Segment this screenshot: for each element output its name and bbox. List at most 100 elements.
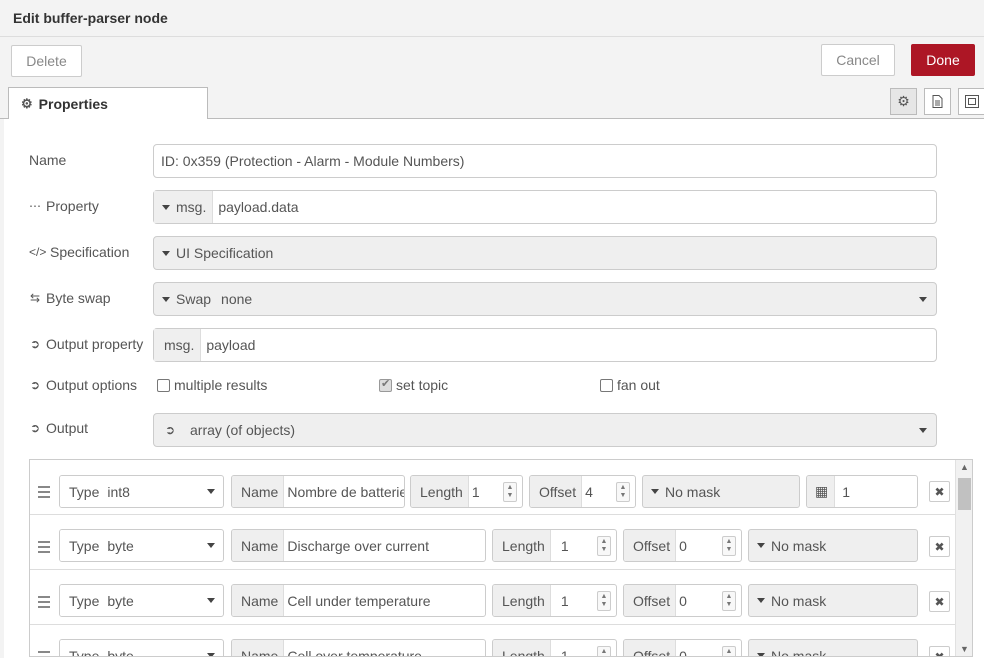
output-select[interactable]: ➲ array (of objects): [153, 413, 937, 447]
multiple-results-option[interactable]: multiple results: [157, 377, 267, 393]
remove-button[interactable]: ✖: [929, 591, 950, 612]
multiple-results-checkbox[interactable]: [157, 378, 170, 392]
set-topic-label: set topic: [396, 377, 449, 393]
type-value: byte: [107, 537, 134, 554]
specification-label-text: Specification: [50, 244, 130, 260]
byte-swap-select[interactable]: Swap none: [153, 282, 937, 316]
remove-button[interactable]: ✖: [929, 536, 950, 557]
spinner-icon[interactable]: ▲▼: [722, 645, 736, 656]
close-icon: ✖: [934, 649, 945, 657]
name-label: Name: [232, 585, 285, 616]
property-type-select[interactable]: msg.: [154, 191, 214, 223]
caret-down-icon: [162, 250, 170, 256]
spinner-icon[interactable]: ▲▼: [503, 481, 517, 502]
length-input[interactable]: Length 1 ▲▼: [492, 529, 617, 562]
set-topic-checkbox[interactable]: [379, 377, 392, 392]
output-label-text: Output: [46, 420, 89, 436]
mask-value: No mask: [665, 483, 721, 500]
type-select[interactable]: Type byte: [59, 584, 224, 617]
scale-input[interactable]: ▦ 1: [806, 475, 918, 508]
property-label-text: Property: [46, 198, 99, 214]
offset-input[interactable]: Offset 0 ▲▼: [623, 639, 742, 656]
mask-select[interactable]: No mask: [642, 475, 800, 508]
scroll-down-icon[interactable]: ▼: [960, 644, 969, 654]
specification-select[interactable]: UI Specification: [153, 236, 937, 270]
spinner-icon[interactable]: ▲▼: [597, 535, 611, 556]
offset-input[interactable]: Offset 0 ▲▼: [623, 529, 742, 562]
offset-label: Offset: [624, 585, 677, 616]
tab-description[interactable]: [924, 88, 951, 115]
output-options-label-text: Output options: [46, 377, 138, 393]
offset-label: Offset: [530, 476, 583, 507]
dropdown-arrow-icon: [919, 296, 927, 302]
byte-swap-prefix: Swap: [176, 291, 212, 307]
output-property-prefix: msg.: [154, 329, 202, 361]
calculator-icon: ▦: [807, 476, 836, 507]
name-input[interactable]: Name Cell under temperature: [231, 584, 486, 617]
code-icon: </>: [29, 245, 47, 259]
cancel-button[interactable]: Cancel: [821, 44, 895, 76]
offset-input[interactable]: Offset 4 ▲ ▼: [529, 475, 636, 508]
done-button[interactable]: Done: [911, 44, 975, 76]
byte-swap-label-text: Byte swap: [46, 290, 111, 306]
fan-out-option[interactable]: fan out: [600, 377, 660, 393]
type-label: Type: [60, 530, 105, 561]
drag-handle-icon[interactable]: [38, 651, 50, 656]
output-options-label: ➲ Output options: [29, 377, 137, 393]
scrollbar-thumb[interactable]: [958, 478, 971, 510]
tab-properties[interactable]: ⚙ Properties: [8, 87, 208, 120]
type-label: Type: [60, 640, 105, 656]
length-input[interactable]: Length 1 ▲▼: [410, 475, 523, 508]
tab-appearance[interactable]: [958, 88, 984, 115]
mask-select[interactable]: No mask: [748, 584, 918, 617]
name-input[interactable]: Name Discharge over current: [231, 529, 486, 562]
delete-button[interactable]: Delete: [11, 45, 82, 77]
spinner-icon[interactable]: ▲▼: [616, 481, 630, 502]
mask-select[interactable]: No mask: [748, 529, 918, 562]
name-value: Discharge over current: [287, 537, 429, 554]
drag-handle-icon[interactable]: [38, 596, 50, 611]
output-property-field[interactable]: msg. payload: [153, 328, 937, 362]
spinner-icon[interactable]: ▲▼: [722, 590, 736, 611]
spinner-icon[interactable]: ▲▼: [722, 535, 736, 556]
close-icon: ✖: [934, 539, 945, 554]
name-label-text: Name: [29, 152, 67, 168]
length-input[interactable]: Length 1 ▲▼: [492, 639, 617, 656]
offset-input[interactable]: Offset 0 ▲▼: [623, 584, 742, 617]
type-select[interactable]: Type byte: [59, 529, 224, 562]
caret-down-icon: [757, 653, 765, 656]
caret-down-icon: [757, 598, 765, 603]
drag-handle-icon[interactable]: [38, 486, 50, 501]
length-input[interactable]: Length 1 ▲▼: [492, 584, 617, 617]
type-select[interactable]: Type int8: [59, 475, 224, 508]
type-select[interactable]: Type byte: [59, 639, 224, 656]
dropdown-arrow-icon: [919, 427, 927, 433]
length-label: Length: [493, 585, 551, 616]
length-label: Length: [493, 640, 551, 656]
length-value: 1: [471, 483, 480, 500]
dropdown-arrow-icon: [207, 543, 215, 548]
remove-button[interactable]: ✖: [929, 646, 950, 657]
spinner-icon[interactable]: ▲▼: [597, 590, 611, 611]
name-field[interactable]: ID: 0x359 (Protection - Alarm - Module N…: [153, 144, 937, 178]
spinner-icon[interactable]: ▲▼: [597, 645, 611, 656]
tab-settings[interactable]: ⚙: [890, 88, 917, 115]
name-input[interactable]: Name Nombre de batterie: [231, 475, 405, 508]
mask-value: No mask: [771, 537, 827, 554]
list-item: Type byte Name Discharge over current Le…: [30, 515, 956, 570]
output-property-label-text: Output property: [46, 336, 144, 352]
frame-icon: [964, 95, 979, 108]
close-icon: ✖: [934, 484, 945, 499]
scroll-up-icon[interactable]: ▲: [960, 462, 969, 472]
offset-value: 4: [585, 483, 593, 500]
property-field[interactable]: msg. payload.data: [153, 190, 937, 224]
remove-button[interactable]: ✖: [929, 481, 950, 502]
set-topic-option[interactable]: set topic: [379, 377, 448, 393]
list-scrollbar[interactable]: ▲ ▼: [955, 460, 972, 656]
drag-handle-icon[interactable]: [38, 541, 50, 556]
name-input[interactable]: Name Cell over temperature: [231, 639, 486, 656]
output-property-value: payload: [206, 337, 256, 353]
fan-out-checkbox[interactable]: [600, 378, 613, 392]
mask-select[interactable]: No mask: [748, 639, 918, 656]
ellipsis-icon: ⋯: [29, 199, 41, 213]
